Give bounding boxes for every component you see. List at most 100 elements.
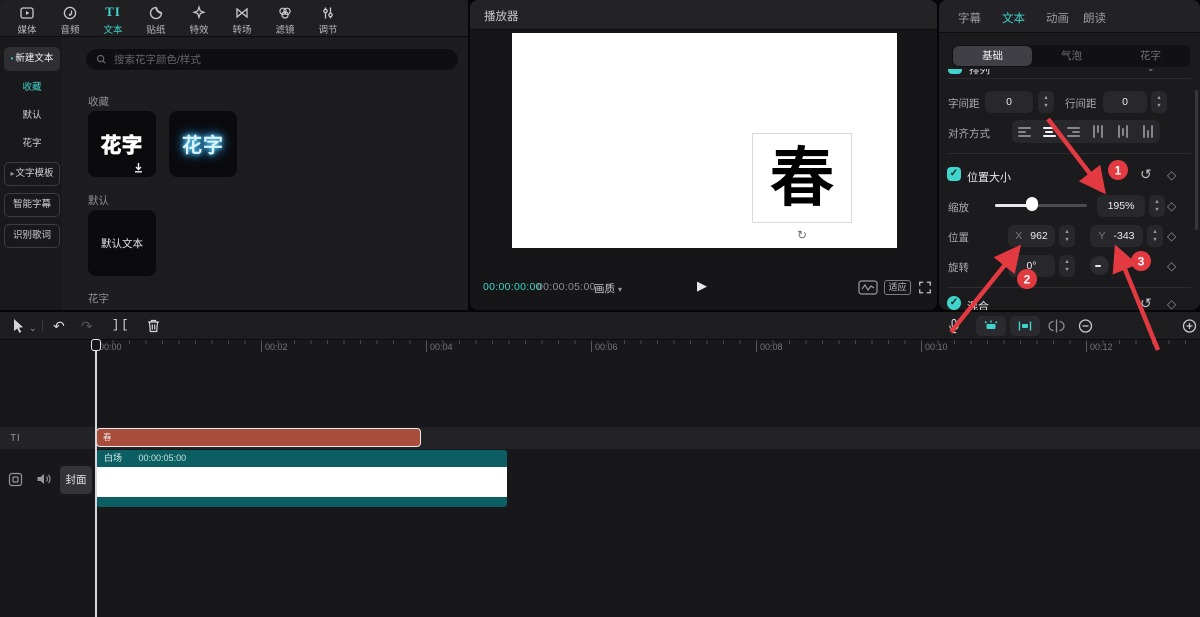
stepper-down-icon[interactable]: ▼ xyxy=(1151,103,1167,109)
nav-favorites[interactable]: 收藏 xyxy=(4,76,60,100)
reset-icon[interactable]: ↺ xyxy=(1140,295,1152,310)
arrange-checkbox[interactable]: ✓ xyxy=(948,69,962,74)
position-y-stepper[interactable]: ▲▼ xyxy=(1147,225,1163,247)
tab-text[interactable]: TI 文本 xyxy=(92,2,134,36)
keyframe-diamond-icon[interactable]: ◇ xyxy=(1167,297,1176,310)
auto-snap-toggle[interactable] xyxy=(1010,316,1040,336)
inspector-scrollbar[interactable] xyxy=(1195,90,1198,230)
fit-button[interactable]: 适应 xyxy=(884,280,911,295)
align-vertical-top-button[interactable] xyxy=(1086,120,1111,143)
stepper-down-icon[interactable]: ▼ xyxy=(1038,103,1054,109)
stepper-down-icon[interactable]: ▼ xyxy=(1059,267,1075,273)
keyframe-diamond-icon[interactable]: ◇ xyxy=(1167,259,1176,273)
tab-effects[interactable]: 特效 xyxy=(178,2,220,36)
letter-spacing-input[interactable]: 0 xyxy=(985,91,1033,113)
nav-huazi[interactable]: 花字 xyxy=(4,132,60,156)
stepper-down-icon[interactable]: ▼ xyxy=(1059,237,1075,243)
record-voiceover-icon[interactable] xyxy=(946,318,962,334)
cover-button[interactable]: 封面 xyxy=(60,466,92,494)
rotate-input[interactable]: 0° xyxy=(1008,255,1055,277)
rotate-knob[interactable] xyxy=(1090,256,1109,275)
search-input[interactable] xyxy=(86,49,458,70)
scale-value-input[interactable]: 195% xyxy=(1097,195,1145,217)
stepper-up-icon[interactable]: ▲ xyxy=(1038,95,1054,101)
delete-button[interactable] xyxy=(146,318,161,334)
line-spacing-input[interactable]: 0 xyxy=(1103,91,1147,113)
nav-huazi-label: 花字 xyxy=(22,138,41,149)
track-mute-icon[interactable] xyxy=(36,472,52,486)
tab-subtitle[interactable]: 字幕 xyxy=(958,10,981,26)
rotate-handle-icon[interactable]: ↻ xyxy=(795,228,809,242)
subtab-basic[interactable]: 基础 xyxy=(953,46,1032,66)
tab-animation[interactable]: 动画 xyxy=(1046,10,1069,26)
keyframe-diamond-icon[interactable]: ◇ xyxy=(1167,168,1176,182)
collapse-chevron-icon[interactable]: ⌄ xyxy=(1147,69,1155,74)
fancy-text-card-green[interactable]: 花字 xyxy=(88,111,156,177)
stepper-down-icon[interactable]: ▼ xyxy=(1149,207,1165,213)
default-text-card[interactable]: 默认文本 xyxy=(88,210,156,276)
nav-text-template[interactable]: ▸文字模板 xyxy=(4,162,60,186)
nav-smart-caption[interactable]: 智能字幕 xyxy=(4,193,60,217)
align-vertical-bottom-button[interactable] xyxy=(1135,120,1160,143)
zoom-out-icon[interactable] xyxy=(1078,318,1093,334)
quality-dropdown[interactable]: 画质▾ xyxy=(594,281,622,296)
align-vertical-middle-button[interactable] xyxy=(1111,120,1136,143)
preview-canvas[interactable]: 春 ↻ xyxy=(512,33,897,248)
waveform-view-button[interactable] xyxy=(858,280,878,295)
letter-spacing-stepper[interactable]: ▲▼ xyxy=(1038,91,1054,113)
subtab-fancy[interactable]: 花字 xyxy=(1111,45,1190,67)
tab-media[interactable]: 媒体 xyxy=(6,2,48,36)
undo-button[interactable]: ↶ xyxy=(53,318,65,334)
scale-slider-handle[interactable] xyxy=(1026,197,1038,211)
scale-stepper[interactable]: ▲▼ xyxy=(1149,195,1165,217)
fancy-text-card-blue[interactable]: 花字 xyxy=(169,111,237,177)
blend-section-checkbox[interactable]: ✓ xyxy=(947,296,961,310)
main-track-magnet-toggle[interactable] xyxy=(976,316,1006,336)
redo-button[interactable]: ↷ xyxy=(81,318,93,334)
stepper-up-icon[interactable]: ▲ xyxy=(1149,199,1165,205)
keyframe-diamond-icon[interactable]: ◇ xyxy=(1167,229,1176,243)
stepper-up-icon[interactable]: ▲ xyxy=(1059,229,1075,235)
nav-lyrics[interactable]: 识别歌词 xyxy=(4,224,60,248)
position-size-checkbox[interactable]: ✓ xyxy=(947,167,961,181)
text-clip[interactable]: 春 xyxy=(96,428,421,447)
line-spacing-stepper[interactable]: ▲▼ xyxy=(1151,91,1167,113)
track-visibility-icon[interactable] xyxy=(8,472,23,487)
zoom-in-icon[interactable] xyxy=(1182,318,1197,334)
tab-reading[interactable]: 朗读 xyxy=(1083,10,1106,26)
tab-transition[interactable]: 转场 xyxy=(221,2,263,36)
playhead-line[interactable] xyxy=(95,340,97,617)
fullscreen-icon[interactable] xyxy=(918,280,932,295)
position-x-input[interactable]: X962 xyxy=(1008,225,1055,247)
play-button[interactable]: ▶ xyxy=(697,278,713,294)
align-center-button[interactable] xyxy=(1037,120,1062,143)
player-title: 播放器 xyxy=(484,8,519,24)
nav-new-text[interactable]: •新建文本 xyxy=(4,47,60,71)
position-y-input[interactable]: Y-343 xyxy=(1090,225,1143,247)
tab-adjust[interactable]: 调节 xyxy=(307,2,349,36)
canvas-text[interactable]: 春 xyxy=(753,140,851,216)
text-selection-box[interactable]: 春 xyxy=(752,133,852,223)
tab-audio[interactable]: 音频 xyxy=(49,2,91,36)
reset-icon[interactable]: ↺ xyxy=(1140,166,1152,183)
nav-default[interactable]: 默认 xyxy=(4,104,60,128)
align-left-button[interactable] xyxy=(1012,120,1037,143)
stepper-down-icon[interactable]: ▼ xyxy=(1147,237,1163,243)
keyframe-diamond-icon[interactable]: ◇ xyxy=(1167,199,1176,213)
rotate-stepper[interactable]: ▲▼ xyxy=(1059,255,1075,277)
subtab-bubble[interactable]: 气泡 xyxy=(1032,45,1111,67)
position-x-stepper[interactable]: ▲▼ xyxy=(1059,225,1075,247)
video-clip[interactable]: 白场 00:00:05:00 xyxy=(96,450,507,507)
select-tool-caret-icon[interactable]: ⌄ xyxy=(29,320,37,336)
stepper-up-icon[interactable]: ▲ xyxy=(1059,259,1075,265)
playhead-handle[interactable] xyxy=(91,339,101,351)
select-tool-icon[interactable] xyxy=(12,318,26,334)
split-button[interactable]: ][ xyxy=(112,318,130,334)
preview-axis-icon[interactable] xyxy=(1048,318,1065,334)
stepper-up-icon[interactable]: ▲ xyxy=(1151,95,1167,101)
align-right-button[interactable] xyxy=(1061,120,1086,143)
tab-sticker[interactable]: 贴纸 xyxy=(135,2,177,36)
stepper-up-icon[interactable]: ▲ xyxy=(1147,229,1163,235)
tab-filter[interactable]: 滤镜 xyxy=(264,2,306,36)
tab-text-props[interactable]: 文本 xyxy=(1002,10,1025,26)
